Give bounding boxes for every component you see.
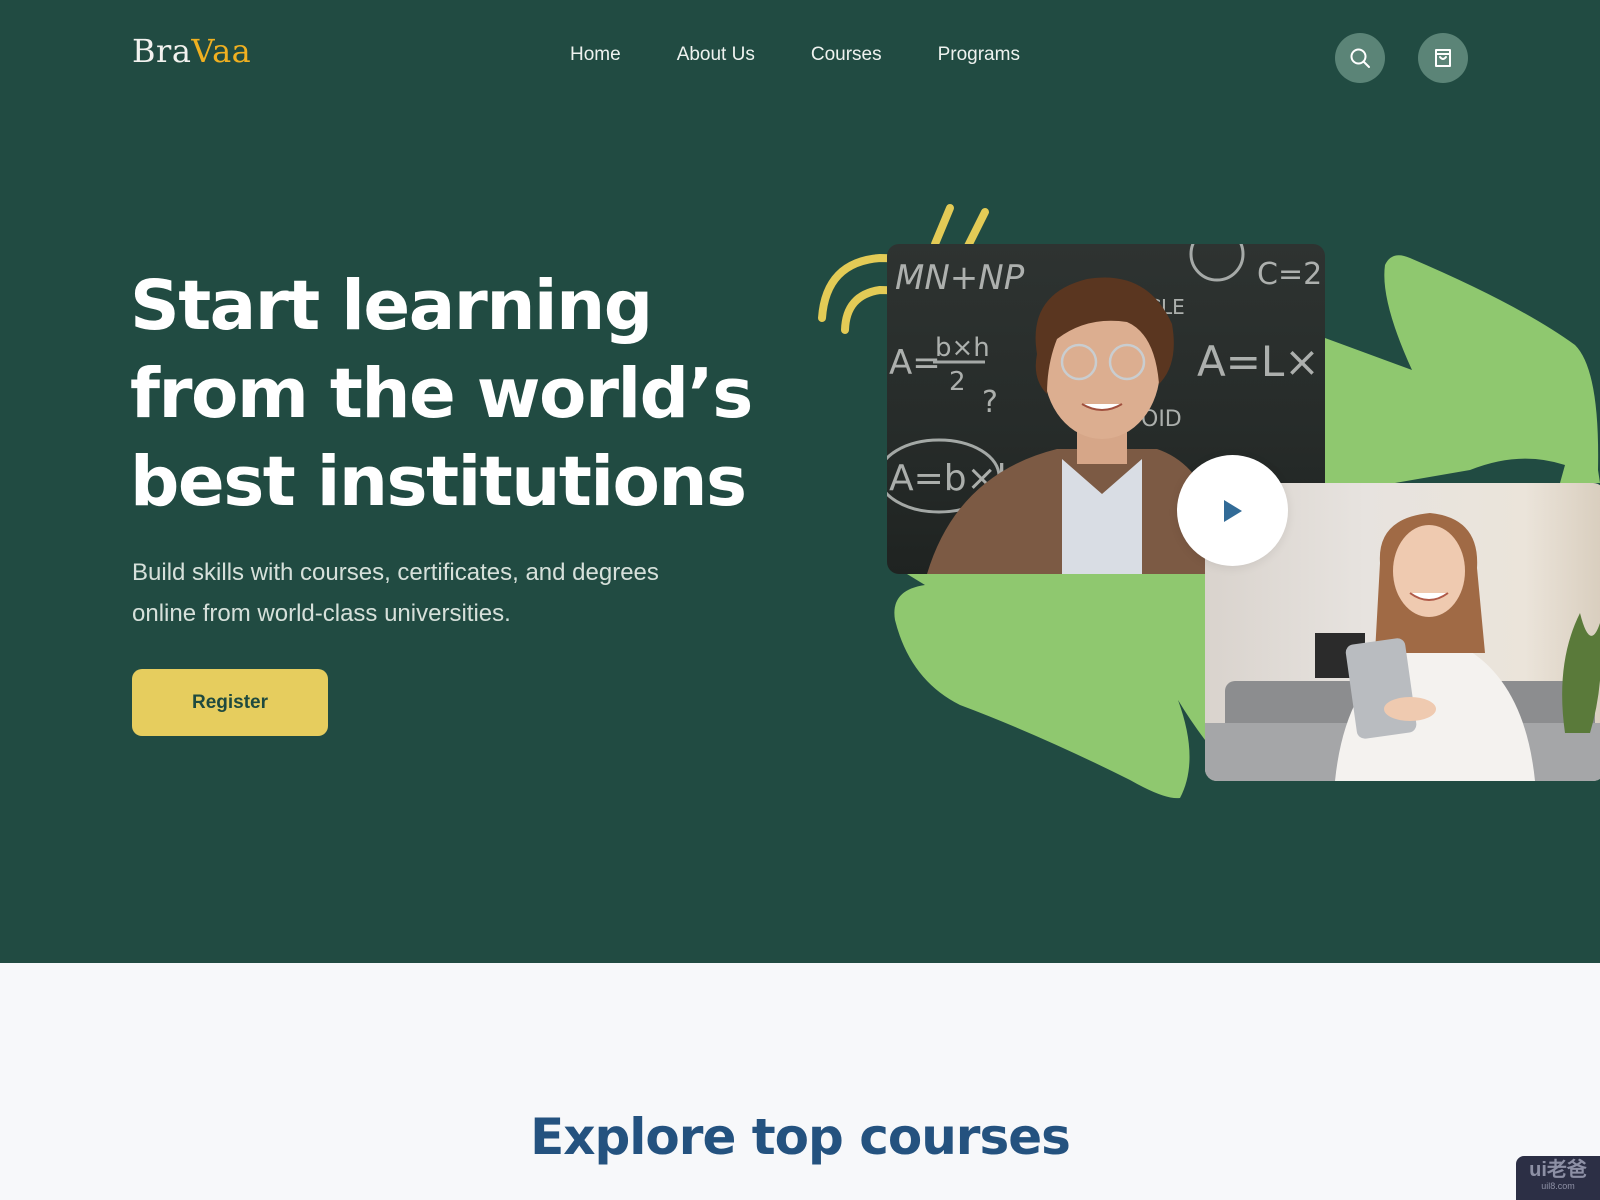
hero-section: BraVaa Home About Us Courses Programs St… [0, 0, 1600, 963]
play-video-button[interactable] [1177, 455, 1288, 566]
svg-text:b×h: b×h [935, 333, 990, 363]
svg-text:2: 2 [949, 367, 966, 397]
green-leaf-lower [894, 574, 1205, 799]
watermark-badge: ui老爸 uil8.com [1516, 1156, 1600, 1200]
explore-courses-heading: Explore top courses [530, 1108, 1071, 1166]
green-leaf-upper [1325, 255, 1600, 483]
svg-text:C=2: C=2 [1257, 257, 1322, 292]
svg-text:?: ? [982, 385, 998, 420]
yellow-stroke-1 [931, 204, 954, 248]
decorative-shapes [818, 204, 1600, 799]
svg-text:A=L×: A=L× [1197, 337, 1320, 386]
watermark-main: ui老爸 [1529, 1159, 1587, 1181]
play-icon [1223, 499, 1242, 522]
watermark-sub: uil8.com [1541, 1181, 1575, 1191]
svg-text:MN+NP: MN+NP [895, 258, 1025, 298]
svg-text:A=: A= [889, 343, 941, 383]
yellow-stroke-2 [964, 208, 989, 250]
